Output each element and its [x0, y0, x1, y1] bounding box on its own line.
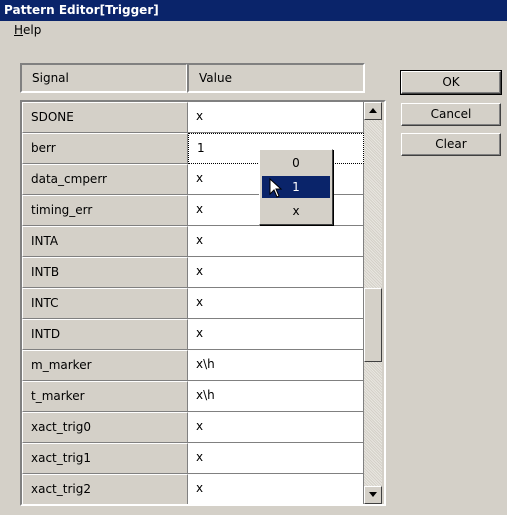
signal-cell: INTA — [22, 226, 188, 257]
arrow-down-icon — [369, 492, 377, 497]
table-row[interactable]: t_marker x\h — [22, 381, 384, 412]
column-header-signal-label: Signal — [32, 71, 69, 85]
signal-cell: m_marker — [22, 350, 188, 381]
value-cell[interactable]: x — [188, 443, 364, 474]
signal-cell: t_marker — [22, 381, 188, 412]
value-cell[interactable]: x — [188, 412, 364, 443]
value-cell[interactable]: x — [188, 319, 364, 350]
window-title: Pattern Editor[Trigger] — [4, 3, 159, 17]
table-row[interactable]: INTA x — [22, 226, 384, 257]
table-row[interactable]: INTD x — [22, 319, 384, 350]
cancel-button[interactable]: Cancel — [401, 103, 501, 126]
signal-cell: xact_trig1 — [22, 443, 188, 474]
value-cell[interactable]: x\h — [188, 381, 364, 412]
signal-cell: SDONE — [22, 102, 188, 133]
value-cell[interactable]: x — [188, 226, 364, 257]
signal-cell: data_cmperr — [22, 164, 188, 195]
dropdown-option-x[interactable]: x — [262, 200, 330, 222]
signal-cell: timing_err — [22, 195, 188, 226]
signal-cell: xact_trig0 — [22, 412, 188, 443]
table-row[interactable]: SDONE x — [22, 102, 384, 133]
scroll-thumb[interactable] — [364, 288, 382, 362]
table-row[interactable]: INTC x — [22, 288, 384, 319]
title-bar: Pattern Editor[Trigger] — [0, 0, 507, 21]
value-cell[interactable]: x — [188, 288, 364, 319]
vertical-scrollbar[interactable] — [364, 102, 382, 504]
value-cell[interactable]: x\h — [188, 350, 364, 381]
table-row[interactable]: xact_trig0 x — [22, 412, 384, 443]
value-cell[interactable]: x — [188, 257, 364, 288]
value-cell[interactable]: x — [188, 474, 364, 504]
menu-bar: Help — [0, 21, 507, 41]
signal-cell: xact_trig2 — [22, 474, 188, 504]
clear-button[interactable]: Clear — [401, 133, 501, 156]
dropdown-option-0[interactable]: 0 — [262, 152, 330, 174]
scroll-up-button[interactable] — [364, 102, 382, 120]
column-header-value-label: Value — [199, 71, 232, 85]
arrow-up-icon — [369, 108, 377, 113]
table-row[interactable]: m_marker x\h — [22, 350, 384, 381]
menu-help[interactable]: Help — [14, 23, 41, 37]
table-row[interactable]: xact_trig1 x — [22, 443, 384, 474]
table-row[interactable]: INTB x — [22, 257, 384, 288]
menu-help-rest: elp — [23, 23, 42, 37]
signal-cell: INTC — [22, 288, 188, 319]
value-cell[interactable]: x — [188, 102, 364, 133]
signal-cell: INTB — [22, 257, 188, 288]
column-header-value[interactable]: Value — [187, 63, 365, 93]
column-header-signal[interactable]: Signal — [20, 63, 188, 93]
signal-cell: INTD — [22, 319, 188, 350]
signal-cell: berr — [22, 133, 188, 164]
menu-help-mnemonic: H — [14, 23, 24, 37]
ok-button[interactable]: OK — [400, 70, 502, 95]
scroll-down-button[interactable] — [364, 486, 382, 504]
table-row[interactable]: xact_trig2 x — [22, 474, 384, 504]
mouse-pointer-icon — [269, 178, 283, 198]
